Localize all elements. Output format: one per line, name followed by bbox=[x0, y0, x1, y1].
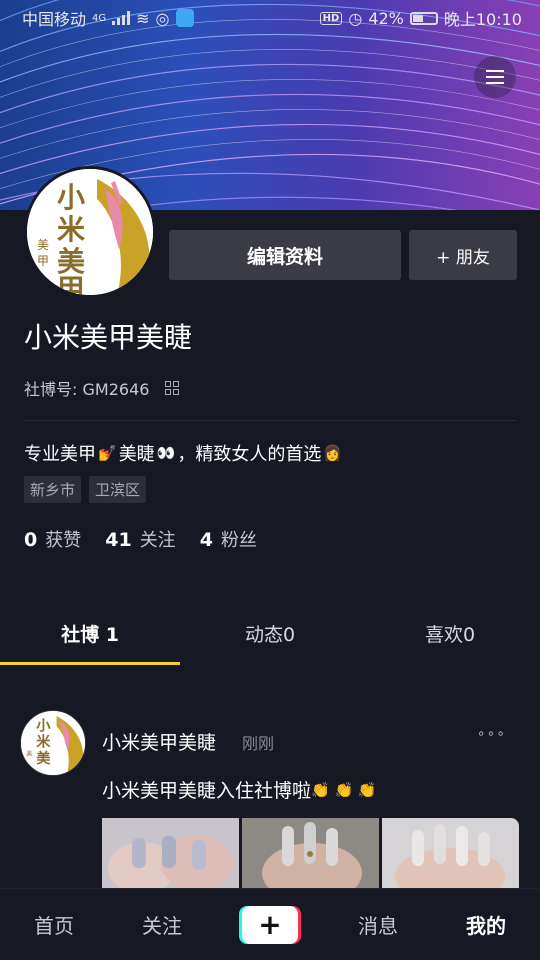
hd-icon: HD bbox=[319, 11, 343, 25]
svg-text:米: 米 bbox=[57, 213, 85, 246]
tab-posts[interactable]: 社博 1 bbox=[0, 600, 180, 666]
profile-avatar[interactable]: 小 米 美 甲 美 甲 bbox=[24, 166, 156, 298]
tag-city[interactable]: 新乡市 bbox=[24, 476, 82, 503]
menu-icon[interactable] bbox=[474, 56, 516, 98]
location-tags: 新乡市 卫滨区 bbox=[24, 476, 147, 503]
bio-text: 美睫 bbox=[118, 444, 155, 465]
woman-icon: 👩 bbox=[323, 444, 343, 462]
carrier-label: 中国移动 bbox=[22, 10, 87, 29]
create-post-button[interactable]: + bbox=[239, 905, 301, 944]
nav-me[interactable]: 我的 bbox=[432, 910, 540, 939]
network-type: 4G bbox=[92, 12, 107, 24]
nav-home[interactable]: 首页 bbox=[0, 910, 108, 939]
svg-text:小: 小 bbox=[36, 717, 51, 734]
svg-text:美: 美 bbox=[37, 238, 49, 252]
plus-icon: + bbox=[242, 905, 298, 944]
stat-following[interactable]: 41 关注 bbox=[105, 526, 175, 552]
alarm-icon: ◷ bbox=[348, 8, 363, 28]
svg-text:美: 美 bbox=[36, 749, 51, 767]
post-image[interactable] bbox=[382, 818, 519, 898]
brand-logo: 小 米 美 甲 美 甲 bbox=[27, 169, 153, 295]
edit-profile-button[interactable]: 编辑资料 bbox=[169, 230, 401, 280]
post-image[interactable] bbox=[102, 818, 239, 898]
svg-text:米: 米 bbox=[36, 733, 51, 751]
svg-text:小: 小 bbox=[57, 181, 85, 214]
account-id: GM2646 bbox=[82, 380, 150, 399]
stat-likes[interactable]: 0 获赞 bbox=[24, 526, 81, 552]
qr-code-icon[interactable] bbox=[165, 381, 180, 395]
more-options-icon[interactable]: ∘∘∘ bbox=[477, 726, 506, 742]
brand-logo: 小 米 美 美 bbox=[21, 711, 85, 775]
post-card[interactable]: 小 米 美 美 小米美甲美睫 刚刚 ∘∘∘ 小米美甲美睫入住社博啦 👏 👏 👏 bbox=[0, 690, 540, 898]
post-time: 刚刚 bbox=[242, 734, 275, 753]
add-friend-button[interactable]: + 朋友 bbox=[409, 230, 517, 280]
stat-followers[interactable]: 4 粉丝 bbox=[200, 526, 257, 552]
signal-icon bbox=[112, 11, 131, 25]
svg-text:甲: 甲 bbox=[37, 254, 49, 268]
nail-photo-3 bbox=[382, 818, 519, 898]
bio-text: 专业美甲 bbox=[24, 444, 96, 465]
account-row: 社博号: GM2646 bbox=[24, 376, 180, 400]
clock: 晚上10:10 bbox=[443, 10, 522, 29]
bio-text: ，精致女人的首选 bbox=[177, 444, 322, 465]
eyes-icon: 👀 bbox=[156, 444, 176, 462]
bottom-navigation: 首页 关注 + 消息 我的 bbox=[0, 888, 540, 960]
status-bar: 中国移动 4G ≋ ◎ HD ◷ 42% 晚上10:10 bbox=[0, 0, 540, 36]
profile-name: 小米美甲美睫 bbox=[24, 321, 193, 354]
wifi-icon: ≋ bbox=[136, 8, 150, 28]
clap-icon: 👏 👏 👏 bbox=[311, 780, 377, 799]
profile-bio: 专业美甲 💅 美睫 👀 ，精致女人的首选 👩 bbox=[24, 440, 342, 466]
app-notification-icon bbox=[175, 9, 194, 27]
post-image[interactable] bbox=[242, 818, 379, 898]
post-text-content: 小米美甲美睫入住社博啦 bbox=[102, 780, 312, 802]
account-label: 社博号: bbox=[24, 380, 78, 399]
post-text: 小米美甲美睫入住社博啦 👏 👏 👏 bbox=[102, 776, 377, 803]
nail-photo-1 bbox=[102, 818, 239, 898]
nail-photo-2 bbox=[242, 818, 379, 898]
svg-text:美: 美 bbox=[26, 750, 32, 758]
battery-percent: 42% bbox=[368, 8, 404, 28]
tab-indicator bbox=[0, 662, 180, 665]
svg-text:甲: 甲 bbox=[57, 273, 85, 295]
nav-follow[interactable]: 关注 bbox=[108, 910, 216, 939]
nail-polish-icon: 💅 bbox=[98, 444, 117, 462]
battery-icon bbox=[409, 11, 438, 25]
content-tabs: 社博 1 动态0 喜欢0 bbox=[0, 600, 540, 666]
tag-district[interactable]: 卫滨区 bbox=[89, 476, 147, 503]
profile-stats: 0 获赞 41 关注 4 粉丝 bbox=[24, 526, 257, 552]
divider bbox=[24, 420, 516, 421]
nav-messages[interactable]: 消息 bbox=[324, 910, 432, 939]
post-image-grid bbox=[102, 818, 519, 898]
tab-activity[interactable]: 动态0 bbox=[180, 600, 360, 666]
post-avatar[interactable]: 小 米 美 美 bbox=[20, 710, 86, 776]
wechat-icon: ◎ bbox=[155, 8, 170, 28]
tab-likes[interactable]: 喜欢0 bbox=[360, 600, 540, 666]
post-author[interactable]: 小米美甲美睫 bbox=[102, 728, 216, 755]
